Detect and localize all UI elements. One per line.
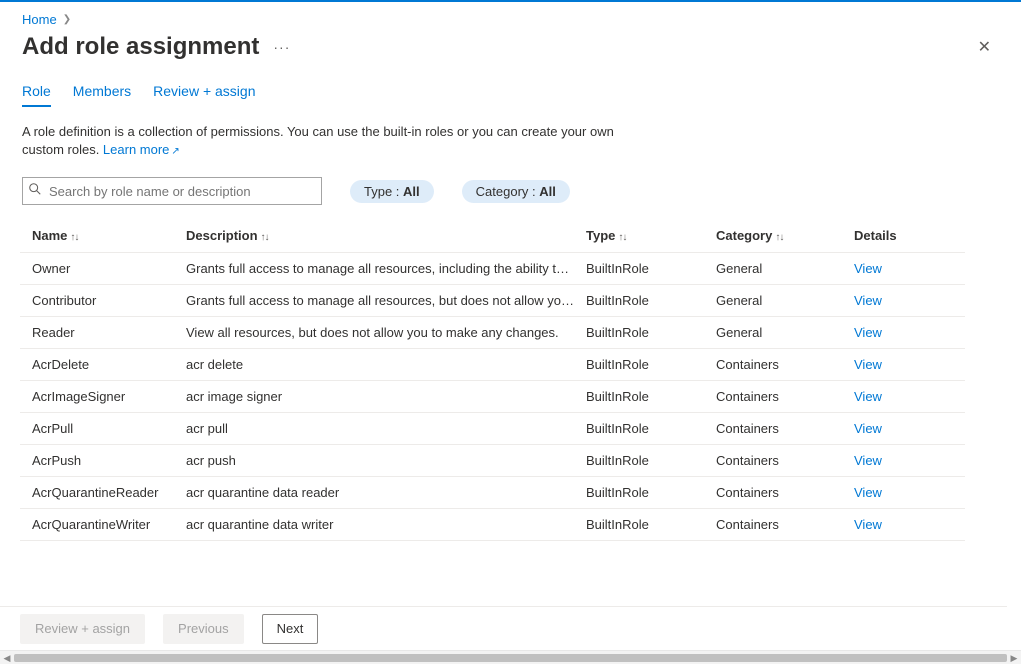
cell-category: General bbox=[716, 261, 854, 276]
view-link[interactable]: View bbox=[854, 325, 882, 340]
view-link[interactable]: View bbox=[854, 517, 882, 532]
cell-type: BuiltInRole bbox=[586, 485, 716, 500]
cell-type: BuiltInRole bbox=[586, 261, 716, 276]
cell-category: Containers bbox=[716, 357, 854, 372]
column-header-name[interactable]: Name↑↓ bbox=[20, 228, 186, 243]
column-header-category[interactable]: Category↑↓ bbox=[716, 228, 854, 243]
review-assign-button: Review + assign bbox=[20, 614, 145, 644]
table-row[interactable]: OwnerGrants full access to manage all re… bbox=[20, 253, 965, 285]
cell-type: BuiltInRole bbox=[586, 325, 716, 340]
category-filter-pill[interactable]: Category : All bbox=[462, 180, 570, 203]
table-row[interactable]: AcrQuarantineWriteracr quarantine data w… bbox=[20, 509, 965, 541]
column-header-details: Details bbox=[854, 228, 944, 243]
close-button[interactable]: ✕ bbox=[970, 33, 999, 61]
cell-name: Reader bbox=[20, 325, 186, 340]
type-filter-pill[interactable]: Type : All bbox=[350, 180, 434, 203]
view-link[interactable]: View bbox=[854, 421, 882, 436]
cell-type: BuiltInRole bbox=[586, 293, 716, 308]
view-link[interactable]: View bbox=[854, 389, 882, 404]
cell-name: AcrImageSigner bbox=[20, 389, 186, 404]
column-header-type[interactable]: Type↑↓ bbox=[586, 228, 716, 243]
breadcrumb-home[interactable]: Home bbox=[22, 12, 57, 27]
sort-icon: ↑↓ bbox=[775, 232, 783, 243]
cell-category: Containers bbox=[716, 517, 854, 532]
view-link[interactable]: View bbox=[854, 485, 882, 500]
learn-more-link[interactable]: Learn more↗ bbox=[103, 142, 180, 157]
scroll-left-icon: ◀ bbox=[0, 651, 14, 664]
horizontal-scrollbar[interactable]: ◀ ▶ bbox=[0, 650, 1021, 664]
tab-description: A role definition is a collection of per… bbox=[20, 107, 640, 173]
cell-category: Containers bbox=[716, 389, 854, 404]
cell-name: AcrQuarantineReader bbox=[20, 485, 186, 500]
close-icon: ✕ bbox=[978, 39, 991, 56]
chevron-right-icon: ❯ bbox=[63, 14, 71, 25]
cell-type: BuiltInRole bbox=[586, 421, 716, 436]
breadcrumb: Home ❯ bbox=[20, 8, 1001, 31]
cell-description: Grants full access to manage all resourc… bbox=[186, 261, 586, 276]
cell-category: Containers bbox=[716, 453, 854, 468]
table-row[interactable]: AcrImageSigneracr image signerBuiltInRol… bbox=[20, 381, 965, 413]
search-input[interactable] bbox=[22, 177, 322, 205]
cell-name: AcrDelete bbox=[20, 357, 186, 372]
external-link-icon: ↗ bbox=[171, 146, 179, 157]
sort-icon: ↑↓ bbox=[261, 232, 269, 243]
cell-category: Containers bbox=[716, 421, 854, 436]
tab-review-assign[interactable]: Review + assign bbox=[153, 83, 255, 107]
previous-button: Previous bbox=[163, 614, 244, 644]
view-link[interactable]: View bbox=[854, 293, 882, 308]
page-title: Add role assignment bbox=[22, 33, 259, 61]
cell-description: acr quarantine data writer bbox=[186, 517, 586, 532]
table-row[interactable]: AcrDeleteacr deleteBuiltInRoleContainers… bbox=[20, 349, 965, 381]
view-link[interactable]: View bbox=[854, 357, 882, 372]
table-row[interactable]: ReaderView all resources, but does not a… bbox=[20, 317, 965, 349]
cell-description: acr image signer bbox=[186, 389, 586, 404]
cell-description: acr quarantine data reader bbox=[186, 485, 586, 500]
tab-members[interactable]: Members bbox=[73, 83, 131, 107]
cell-description: View all resources, but does not allow y… bbox=[186, 325, 586, 340]
cell-description: Grants full access to manage all resourc… bbox=[186, 293, 586, 308]
cell-name: AcrPush bbox=[20, 453, 186, 468]
search-icon bbox=[28, 182, 42, 199]
wizard-tabs: Role Members Review + assign bbox=[20, 69, 1001, 107]
next-button[interactable]: Next bbox=[262, 614, 319, 644]
table-row[interactable]: AcrPullacr pullBuiltInRoleContainersView bbox=[20, 413, 965, 445]
cell-type: BuiltInRole bbox=[586, 453, 716, 468]
table-row[interactable]: ContributorGrants full access to manage … bbox=[20, 285, 965, 317]
tab-role[interactable]: Role bbox=[22, 83, 51, 107]
table-row[interactable]: AcrQuarantineReaderacr quarantine data r… bbox=[20, 477, 965, 509]
sort-icon: ↑↓ bbox=[70, 232, 78, 243]
roles-table: Name↑↓ Description↑↓ Type↑↓ Category↑↓ D… bbox=[20, 219, 965, 541]
cell-description: acr pull bbox=[186, 421, 586, 436]
wizard-footer: Review + assign Previous Next bbox=[0, 606, 1007, 650]
sort-icon: ↑↓ bbox=[618, 232, 626, 243]
cell-name: Contributor bbox=[20, 293, 186, 308]
cell-type: BuiltInRole bbox=[586, 389, 716, 404]
cell-category: General bbox=[716, 325, 854, 340]
cell-name: Owner bbox=[20, 261, 186, 276]
view-link[interactable]: View bbox=[854, 261, 882, 276]
cell-type: BuiltInRole bbox=[586, 357, 716, 372]
table-row[interactable]: AcrPushacr pushBuiltInRoleContainersView bbox=[20, 445, 965, 477]
cell-category: Containers bbox=[716, 485, 854, 500]
view-link[interactable]: View bbox=[854, 453, 882, 468]
cell-description: acr push bbox=[186, 453, 586, 468]
cell-description: acr delete bbox=[186, 357, 586, 372]
more-actions-button[interactable]: ··· bbox=[273, 39, 290, 55]
scroll-right-icon: ▶ bbox=[1007, 651, 1021, 664]
table-header-row: Name↑↓ Description↑↓ Type↑↓ Category↑↓ D… bbox=[20, 219, 965, 253]
cell-category: General bbox=[716, 293, 854, 308]
cell-type: BuiltInRole bbox=[586, 517, 716, 532]
search-input-container bbox=[22, 177, 322, 205]
cell-name: AcrPull bbox=[20, 421, 186, 436]
column-header-description[interactable]: Description↑↓ bbox=[186, 228, 586, 243]
cell-name: AcrQuarantineWriter bbox=[20, 517, 186, 532]
